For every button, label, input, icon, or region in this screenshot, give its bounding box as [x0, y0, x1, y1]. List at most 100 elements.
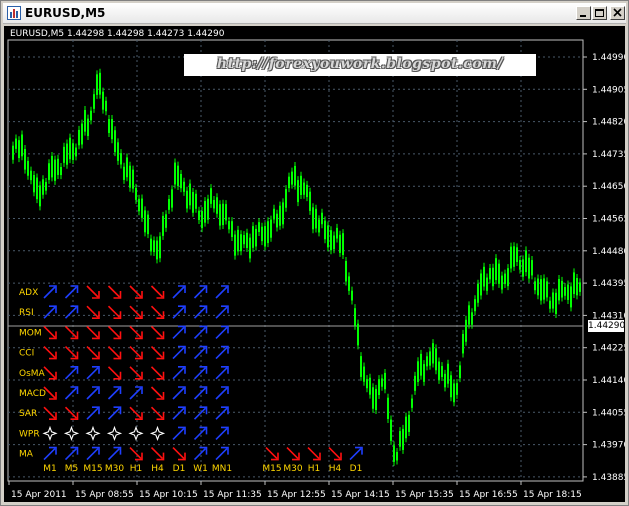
arrow-up-right-icon: [64, 386, 79, 400]
arrow-shaft: [64, 325, 78, 338]
timeframe-label: M15: [262, 464, 281, 474]
arrow-shaft: [193, 286, 207, 299]
candle-body: [507, 268, 509, 287]
arrow-up-right-icon: [215, 325, 229, 339]
arrow-shaft: [307, 447, 320, 460]
candle-body: [321, 212, 323, 225]
candle-body: [75, 147, 77, 157]
indicator-panel: ADXRSIMOMCCIOsMAMACDSARWPRMAM1 M5 M15 M30 H1…: [19, 285, 363, 474]
arrow-shaft: [193, 306, 207, 319]
candle-body: [36, 177, 38, 200]
candle-body: [465, 319, 467, 342]
arrow-shaft: [86, 448, 99, 461]
price-axis-label: 1.43970: [592, 441, 625, 451]
title-bar[interactable]: EURUSD,M5: [3, 3, 626, 24]
arrow-up-right-icon: [86, 366, 100, 380]
candle-body: [564, 287, 566, 296]
candle-body: [459, 365, 461, 379]
candle-body: [246, 232, 248, 248]
arrow-shaft: [215, 286, 228, 299]
maximize-button[interactable]: [592, 6, 607, 20]
candle-body: [348, 276, 350, 291]
arrow-shaft: [129, 346, 142, 359]
price-axis-label: 1.44990: [592, 53, 625, 63]
candle-body: [282, 202, 284, 225]
candle-body: [270, 219, 272, 238]
candle-body: [48, 163, 50, 180]
arrow-down-right-icon: [107, 366, 122, 380]
candle-body: [12, 145, 14, 160]
arrow-up-right-icon: [64, 446, 79, 461]
timeframe-label: H4: [151, 464, 164, 474]
arrow-shaft: [86, 407, 99, 420]
arrow-shaft: [43, 306, 56, 319]
candle-body: [102, 91, 104, 110]
candle-body: [402, 428, 404, 450]
candle-body: [240, 234, 242, 252]
arrow-shaft: [64, 346, 78, 359]
candle-body: [378, 379, 380, 395]
arrow-down-right-icon: [64, 325, 79, 340]
candle-body: [306, 184, 308, 198]
arrow-up-right-icon: [215, 285, 229, 299]
candle-body: [243, 235, 245, 245]
candle-body: [105, 100, 107, 112]
candle-body: [387, 397, 389, 419]
arrow-shaft: [215, 387, 228, 400]
candle-body: [405, 416, 407, 439]
candle-body: [477, 283, 479, 303]
chart-canvas[interactable]: 1.44990 1.44905 1.44820 1.44735 1.44650 1.445…: [4, 26, 625, 502]
arrow-up-right-icon: [107, 386, 122, 400]
candle-body: [90, 110, 92, 121]
arrow-down-right-icon: [129, 406, 143, 420]
arrow-shaft: [150, 447, 164, 460]
candle-body: [453, 383, 455, 403]
candle-body: [429, 351, 431, 366]
candle-body: [174, 162, 176, 185]
arrow-up-right-icon: [86, 386, 100, 400]
candle-body: [513, 246, 515, 267]
candle-body: [537, 278, 539, 296]
arrow-shaft: [86, 367, 99, 380]
arrow-up-right-icon: [215, 305, 229, 319]
price-axis-label: 1.43885: [592, 473, 625, 483]
candle-body: [255, 228, 257, 247]
arrow-shaft: [193, 427, 207, 440]
candle-body: [201, 210, 203, 229]
timeframe-label: D1: [350, 464, 363, 474]
minimize-button[interactable]: [576, 6, 591, 20]
candle-body: [288, 176, 290, 189]
arrow-down-right-icon: [265, 447, 279, 461]
arrow-up-right-icon: [172, 406, 186, 420]
price-axis-label: 1.44480: [592, 247, 625, 257]
close-button[interactable]: [610, 6, 625, 20]
arrow-down-right-icon: [43, 406, 57, 420]
arrow-down-right-icon: [107, 346, 122, 360]
candle-body: [183, 181, 185, 192]
candle-body: [522, 259, 524, 277]
price-axis-label: 1.44225: [592, 344, 625, 354]
arrow-shaft: [193, 448, 207, 461]
candle-body: [147, 214, 149, 235]
timeframe-label: M5: [65, 464, 79, 474]
candle-body: [303, 182, 305, 195]
chart-window-icon: [7, 6, 21, 20]
price-chart[interactable]: 1.44990 1.44905 1.44820 1.44735 1.44650 1.445…: [4, 26, 625, 502]
timeframe-label: W1: [193, 464, 208, 474]
candle-body: [468, 305, 470, 325]
arrow-shaft: [129, 366, 142, 379]
candle-body: [54, 159, 56, 181]
arrow-up-right-icon: [172, 366, 186, 380]
arrow-shaft: [215, 448, 228, 461]
candle-body: [285, 189, 287, 208]
candle-body: [297, 180, 299, 203]
candle-body: [534, 281, 536, 291]
arrow-up-right-icon: [193, 446, 208, 461]
candle-body: [489, 268, 491, 280]
candle-body: [135, 187, 137, 200]
candle-body: [372, 387, 374, 409]
candle-body: [357, 323, 359, 346]
arrow-down-right-icon: [150, 285, 165, 299]
time-axis-label: 15 Apr 08:55: [75, 490, 134, 500]
candle-body: [267, 221, 269, 244]
